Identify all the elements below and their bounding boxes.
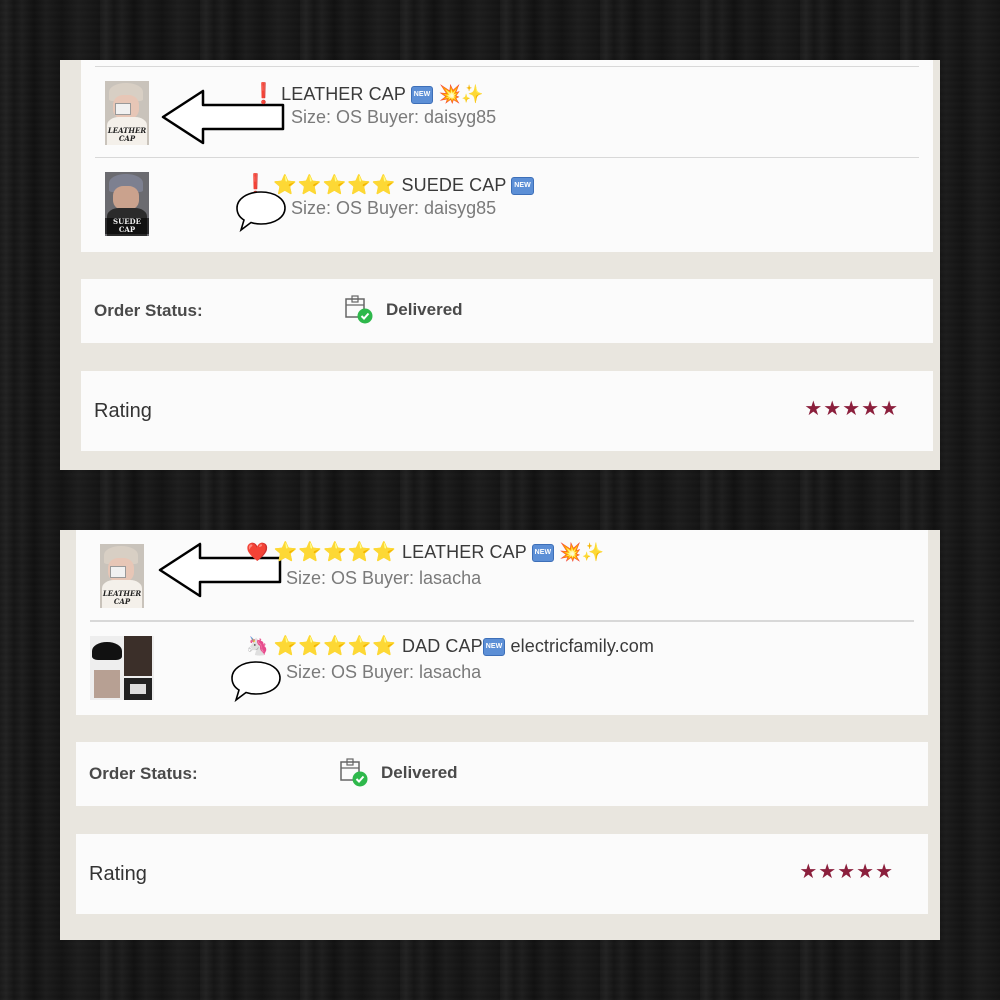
thumbnail-caption: SUEDE CAP <box>105 218 149 234</box>
item-details: Size: OS Buyer: daisyg85 <box>291 198 497 218</box>
item-title: 🦄 ⭐⭐⭐⭐⭐ DAD CAP NEW electricfamily.com <box>246 634 654 658</box>
order-status-label: Order Status: <box>94 301 203 320</box>
order-status-card: Order Status: Delivered <box>76 742 928 806</box>
star-emoji-icons: ⭐⭐⭐⭐⭐ <box>273 175 397 197</box>
order-items-card: LEATHER CAP ❗ LEATHER CAP NEW 💥✨ Size: O… <box>81 60 933 252</box>
order-items-card: LEATHER CAP ❤️ ⭐⭐⭐⭐⭐ LEATHER CAP NEW 💥✨ … <box>76 530 928 715</box>
speech-bubble-icon <box>231 661 281 703</box>
new-badge-icon: NEW <box>511 177 534 196</box>
collision-sparkle-icon: 💥✨ <box>438 84 484 104</box>
rating-label: Rating <box>94 400 152 422</box>
item-website-text: electricfamily.com <box>510 636 654 656</box>
exclamation-icon: ❗ <box>251 83 277 105</box>
item-title: ❤️ ⭐⭐⭐⭐⭐ LEATHER CAP NEW 💥✨ <box>246 540 604 564</box>
order-panel-2: LEATHER CAP ❤️ ⭐⭐⭐⭐⭐ LEATHER CAP NEW 💥✨ … <box>60 530 940 940</box>
list-item-dad-cap[interactable]: 🦄 ⭐⭐⭐⭐⭐ DAD CAP NEW electricfamily.com Si… <box>90 621 914 713</box>
rating-stars[interactable]: ★★★★★ <box>799 859 894 884</box>
item-details: Size: OS Buyer: lasacha <box>286 662 482 682</box>
delivered-box-check-icon <box>340 758 368 787</box>
collision-sparkle-icon: 💥✨ <box>559 542 605 562</box>
speech-bubble-icon <box>236 191 286 233</box>
item-name[interactable]: SUEDE CAP <box>402 175 507 195</box>
order-status-value: Delivered <box>386 300 463 319</box>
new-badge-icon: NEW <box>410 86 434 105</box>
heart-icon: ❤️ <box>246 542 269 562</box>
item-name[interactable]: LEATHER CAP <box>281 84 405 104</box>
thumbnail-caption: LEATHER CAP <box>107 126 147 143</box>
list-item-leather-cap[interactable]: LEATHER CAP ❗ LEATHER CAP NEW 💥✨ Size: O… <box>95 66 919 158</box>
product-thumbnail-suede-cap[interactable]: SUEDE CAP <box>105 172 149 236</box>
item-name[interactable]: LEATHER CAP <box>402 542 526 562</box>
rating-card: Rating ★★★★★ <box>76 834 928 914</box>
product-thumbnail-leather-cap[interactable]: LEATHER CAP <box>100 544 144 608</box>
list-item-suede-cap[interactable]: SUEDE CAP ❗ ⭐⭐⭐⭐⭐ SUEDE CAP NEW Size: OS… <box>95 158 919 250</box>
item-details: Size: OS Buyer: daisyg85 <box>291 107 497 127</box>
delivered-box-check-icon <box>345 295 373 324</box>
rating-stars[interactable]: ★★★★★ <box>804 396 899 421</box>
item-name[interactable]: DAD CAP <box>402 636 483 656</box>
product-thumbnail-leather-cap[interactable]: LEATHER CAP <box>105 81 149 145</box>
rating-card: Rating ★★★★★ <box>81 371 933 451</box>
star-emoji-icons: ⭐⭐⭐⭐⭐ <box>273 542 397 564</box>
new-badge-icon: NEW <box>482 638 506 657</box>
new-badge-icon: NEW <box>531 544 555 563</box>
order-status-value: Delivered <box>381 763 458 782</box>
star-emoji-icons: ⭐⭐⭐⭐⭐ <box>273 636 397 658</box>
order-panel-1: LEATHER CAP ❗ LEATHER CAP NEW 💥✨ Size: O… <box>60 60 940 470</box>
order-status-label: Order Status: <box>89 764 198 783</box>
order-status-card: Order Status: Delivered <box>81 279 933 343</box>
list-item-leather-cap[interactable]: LEATHER CAP ❤️ ⭐⭐⭐⭐⭐ LEATHER CAP NEW 💥✨ … <box>90 530 914 621</box>
product-thumbnail-dad-cap[interactable] <box>90 636 154 700</box>
unicorn-icon: 🦄 <box>246 636 269 656</box>
rating-label: Rating <box>89 863 147 885</box>
item-details: Size: OS Buyer: lasacha <box>286 568 482 588</box>
thumbnail-caption: LEATHER CAP <box>102 589 142 606</box>
item-title: ❗ LEATHER CAP NEW 💥✨ <box>251 81 484 106</box>
